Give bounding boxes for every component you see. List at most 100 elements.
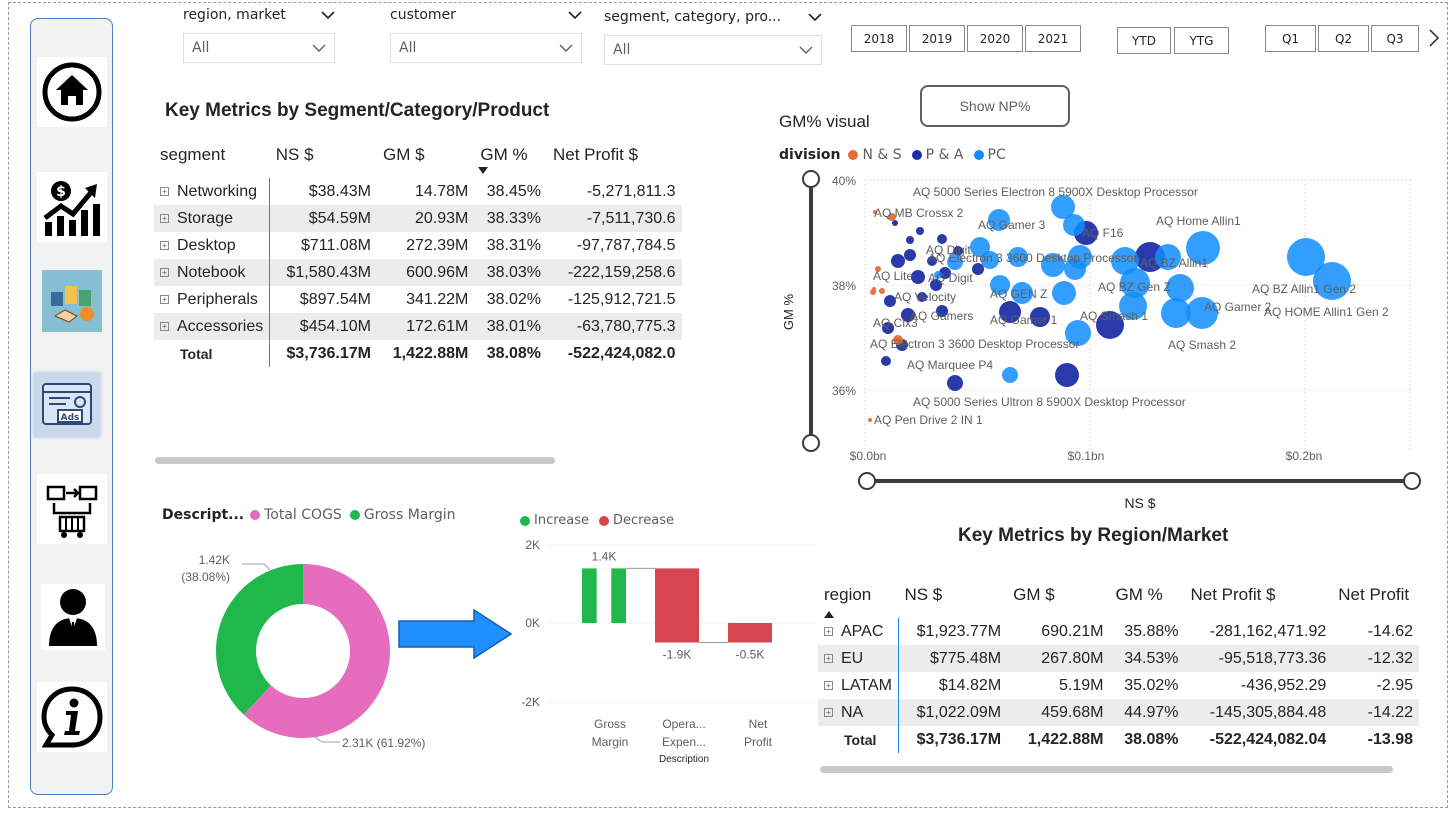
scatter-point[interactable] [1002,367,1018,383]
x-tick-label: Gross [594,717,626,731]
x-range-slider-handle[interactable] [1403,472,1421,490]
quarter-q3-button[interactable]: Q3 [1371,25,1419,52]
sort-asc-icon [824,611,834,618]
horizontal-scrollbar[interactable] [155,457,555,464]
scatter-point[interactable] [892,220,898,226]
x-tick-label: $0.0bn [850,449,887,463]
year-2021-button[interactable]: 2021 [1025,25,1081,52]
show-np-button[interactable]: Show NP% [920,85,1070,127]
supply-deal-nav-button[interactable] [42,270,102,332]
column-header[interactable]: NS $ [270,132,377,178]
scatter-point[interactable] [1055,363,1079,387]
slicer-title: region, market [183,7,286,23]
point-label: AQ Velocity [894,290,956,304]
ytg-button[interactable]: YTG [1174,27,1229,54]
scatter-point[interactable] [872,287,876,291]
scatter-point[interactable] [881,356,891,366]
column-header[interactable]: Net Profit [1332,572,1419,618]
scatter-point[interactable] [904,249,916,261]
scatter-point[interactable] [1052,281,1076,305]
scatter-point[interactable] [916,227,924,235]
data-label: -1.9K [663,648,692,662]
table-cell: 38.01% [474,313,547,340]
quarter-q1-button[interactable]: Q1 [1265,25,1316,52]
expand-icon[interactable]: + [824,653,833,663]
expand-icon[interactable]: + [824,707,833,717]
table-row[interactable]: + Networking $38.43M 14.78M 38.45% -5,271,811… [154,178,682,205]
y-axis-label: GM % [781,294,796,331]
slicer-dropdown[interactable]: All [604,35,822,65]
column-header[interactable]: NS $ [898,572,1007,618]
table-row[interactable]: + Storage $54.59M 20.93M 38.33% -7,511,730.6 [154,205,682,232]
sort-desc-icon [478,167,489,174]
y-range-slider-handle[interactable] [802,170,820,188]
column-header[interactable]: GM $ [1007,572,1109,618]
year-2019-button[interactable]: 2019 [909,25,965,52]
scatter-point[interactable] [891,254,905,268]
table-row[interactable]: + EU $775.48M 267.80M 34.53% -95,518,773.36 -1… [818,645,1419,672]
quarter-q2-button[interactable]: Q2 [1318,25,1369,52]
horizontal-scrollbar[interactable] [820,766,1393,773]
waterfall-bar[interactable] [728,623,772,643]
expand-icon[interactable]: + [824,680,833,690]
expand-icon[interactable]: + [160,186,169,196]
donut-legend: Descript... Total COGS Gross Margin [162,507,456,523]
table-row[interactable]: + Accessories $454.10M 172.61M 38.01% -63,780… [154,313,682,340]
table-row[interactable]: + APAC $1,923.77M 690.21M 35.88% -281,162,471… [818,618,1419,645]
home-nav-button[interactable] [37,57,107,127]
point-label: AQ Home Allin1 [1156,214,1241,228]
slicer-dropdown[interactable]: All [183,33,335,63]
gm-scatter-chart[interactable]: 40% 38% 36% $0.0bn $0.1bn $0.2bn GM % NS… [770,165,1440,525]
x-tick-label: Profit [744,735,773,749]
row-label: Storage [177,209,234,227]
column-header[interactable]: GM % [474,132,547,178]
point-label: AQ Gamer 2 [1204,300,1272,314]
row-header-cell: + Desktop [154,232,271,259]
finance-nav-button[interactable]: $ [37,172,107,242]
expand-icon[interactable]: + [160,294,169,304]
customer-slicer[interactable]: customer All [390,4,582,63]
scatter-point[interactable] [947,375,963,391]
ytd-button[interactable]: YTD [1117,27,1171,54]
table-cell: -2.95 [1376,676,1413,694]
chevron-right-icon[interactable] [1428,28,1440,48]
table-row[interactable]: + Peripherals $897.54M 341.22M 38.02% -125,91… [154,286,682,313]
column-header[interactable]: region [818,572,898,618]
column-header[interactable]: Net Profit $ [1184,572,1332,618]
x-range-slider-handle[interactable] [858,472,876,490]
column-header[interactable]: GM $ [377,132,474,178]
column-header[interactable]: Net Profit $ [547,132,682,178]
column-header[interactable]: GM % [1109,572,1184,618]
row-label: APAC [841,622,884,640]
profit-waterfall-chart[interactable]: 2K 0K -2K 1.4K -1.9K -0.5K Gross Margin Op… [510,535,820,770]
column-header[interactable]: segment [154,132,270,178]
finance-chart-icon: $ [43,181,100,236]
expand-icon[interactable]: + [160,321,169,331]
expand-icon[interactable]: + [160,213,169,223]
table-row[interactable]: + Desktop $711.08M 272.39M 38.31% -97,787,784… [154,232,682,259]
scatter-point[interactable] [868,418,872,422]
user-nav-button[interactable] [41,584,105,650]
slicer-dropdown[interactable]: All [390,33,582,63]
ads-nav-button[interactable]: Ads [34,373,100,437]
scatter-point[interactable] [911,270,925,284]
donut-slice[interactable] [216,564,303,715]
year-2020-button[interactable]: 2020 [967,25,1023,52]
waterfall-bar[interactable] [655,568,699,643]
column-header-label: GM % [480,145,528,164]
region-market-slicer[interactable]: region, market All [183,4,335,63]
supply-chain-nav-button[interactable] [37,474,107,544]
expand-icon[interactable]: + [160,267,169,277]
expand-icon[interactable]: + [160,240,169,250]
y-range-slider-handle[interactable] [802,434,820,452]
segment-category-product-slicer[interactable]: segment, category, pro... All [604,6,822,65]
year-2018-button[interactable]: 2018 [851,25,907,52]
table-row[interactable]: + NA $1,022.09M 459.68M 44.97% -145,305,884.4… [818,699,1419,726]
scatter-point[interactable] [906,236,914,244]
expand-icon[interactable]: + [824,626,833,636]
table-row[interactable]: + Notebook $1,580.43M 600.96M 38.03% -222,159… [154,259,682,286]
info-nav-button[interactable] [37,682,107,752]
table-cell: 38.31% [486,236,541,254]
table-row[interactable]: + LATAM $14.82M 5.19M 35.02% -436,952.29 -2.95 [818,672,1419,699]
scatter-point[interactable] [879,288,885,294]
